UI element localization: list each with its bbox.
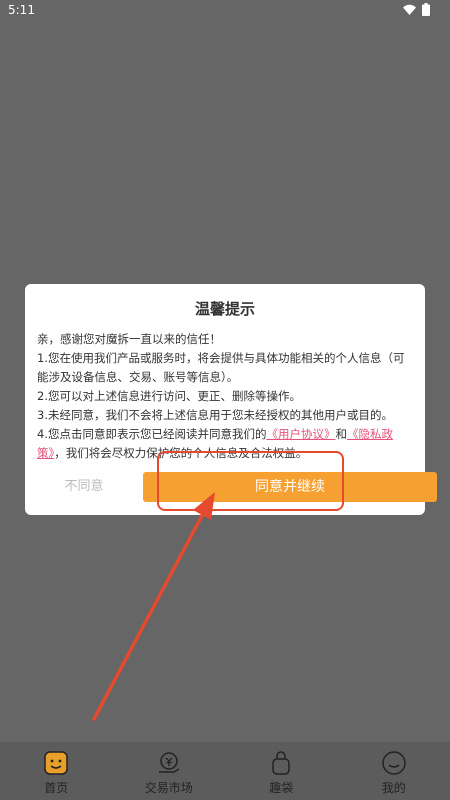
market-icon [158, 752, 180, 773]
bag-icon [272, 751, 290, 775]
home-face-icon [44, 751, 68, 775]
nav-item-bag[interactable]: 趣袋 [225, 742, 338, 800]
annotation-arrow [92, 492, 215, 721]
nav-label-profile: 我的 [381, 781, 406, 795]
nav-item-profile[interactable]: 我的 [338, 742, 450, 800]
nav-item-market[interactable]: 交易市场 [113, 742, 226, 800]
nav-label-home: 首页 [44, 781, 69, 795]
nav-label-bag: 趣袋 [269, 781, 294, 795]
nav-label-market: 交易市场 [144, 781, 193, 795]
bottom-nav: 首页 交易市场 趣袋 我的 [0, 742, 450, 800]
profile-icon [382, 751, 406, 775]
nav-item-home[interactable]: 首页 [0, 742, 113, 800]
